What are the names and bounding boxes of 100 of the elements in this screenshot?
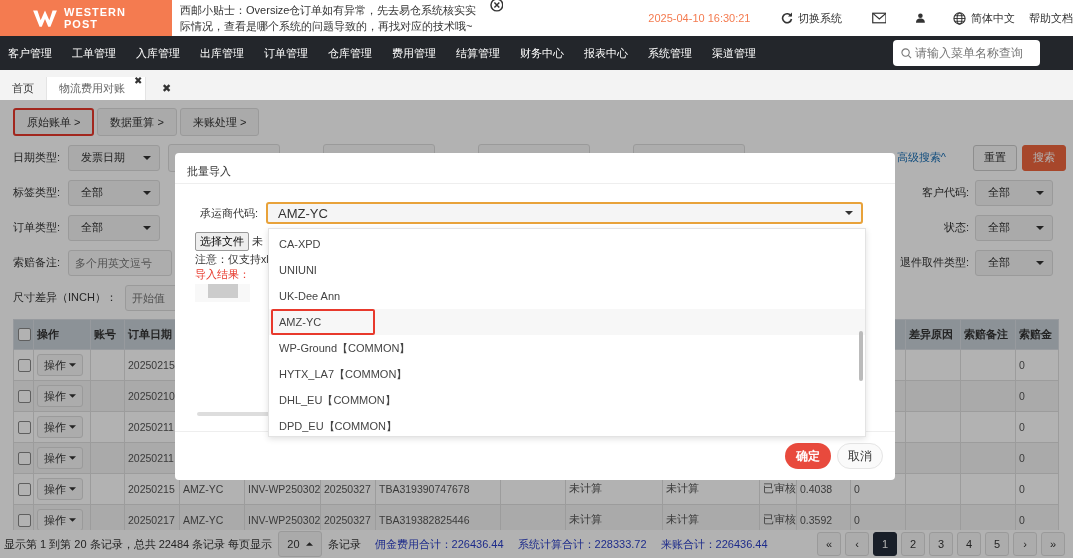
user-icon[interactable] <box>916 13 925 23</box>
page-button[interactable]: › <box>1013 532 1037 556</box>
table-cell: TBA319390747678 <box>379 483 470 495</box>
dropdown-option[interactable]: WP-Ground【COMMON】 <box>269 335 865 361</box>
table-cell: 0 <box>1019 390 1025 402</box>
page-size-select[interactable]: 20 <box>278 531 322 557</box>
mail-icon[interactable] <box>871 12 887 24</box>
scrollbar[interactable] <box>859 331 863 381</box>
caret-icon <box>69 487 76 491</box>
select-field[interactable]: 全部 <box>975 214 1053 241</box>
input-field[interactable]: 多个用英文逗号 <box>68 249 173 276</box>
column-header: 操作 <box>37 328 59 340</box>
dropdown-option[interactable]: HYTX_LA7【COMMON】 <box>269 361 865 387</box>
globe-icon <box>953 11 966 25</box>
checkbox[interactable] <box>18 513 31 527</box>
dropdown-option[interactable]: DPD_EU【COMMON】 <box>269 413 865 436</box>
nav-item[interactable]: 仓库管理 <box>328 45 372 61</box>
column-header: 索赔备注 <box>964 328 1008 340</box>
step-button[interactable]: 数据重算 > <box>97 108 177 136</box>
advanced-search-link[interactable]: 高级搜索^ <box>896 150 946 165</box>
action-dropdown-button[interactable]: 操作 <box>37 416 83 438</box>
page-button[interactable]: 3 <box>929 532 953 556</box>
page-button[interactable]: 2 <box>901 532 925 556</box>
filter-label: 客户代码: <box>921 185 969 200</box>
caret-icon <box>143 155 152 160</box>
select-field[interactable]: 全部 <box>68 214 161 241</box>
total-text: 佣金费用合计：226436.44 <box>374 536 504 552</box>
dropdown-option[interactable]: UNIUNI <box>269 257 865 283</box>
action-dropdown-button[interactable]: 操作 <box>37 354 83 376</box>
page-button[interactable]: « <box>817 532 841 556</box>
page-button[interactable]: 4 <box>957 532 981 556</box>
select-field[interactable]: 全部 <box>68 179 161 206</box>
caret-icon <box>143 190 152 195</box>
nav-item[interactable]: 渠道管理 <box>712 45 756 61</box>
dropdown-option[interactable]: DHL_EU【COMMON】 <box>269 387 865 413</box>
table-cell: 0.4038 <box>800 483 833 495</box>
checkbox[interactable] <box>18 358 31 372</box>
dropdown-option[interactable]: CA-XPD <box>269 231 865 257</box>
nav-item[interactable]: 结算管理 <box>456 45 500 61</box>
checkbox[interactable] <box>18 389 31 403</box>
caret-icon <box>305 542 313 546</box>
caret-icon <box>69 363 76 367</box>
nav-item[interactable]: 财务中心 <box>520 45 564 61</box>
cancel-button[interactable]: 取消 <box>837 443 883 469</box>
nav-item[interactable]: 报表中心 <box>584 45 628 61</box>
column-header: 索赔金 <box>1019 328 1052 340</box>
checkbox[interactable] <box>18 420 31 434</box>
reset-button[interactable]: 重置 <box>973 144 1017 171</box>
select-field[interactable]: 全部 <box>975 249 1053 276</box>
nav-item[interactable]: 客户管理 <box>8 45 52 61</box>
total-text: 系统计算合计：228333.72 <box>517 536 647 552</box>
filter-label: 退件取件类型: <box>899 255 969 270</box>
table-cell: 已审核 <box>763 482 796 494</box>
nav-item[interactable]: 工单管理 <box>72 45 116 61</box>
nav-item[interactable]: 出库管理 <box>200 45 244 61</box>
records-summary: 显示第 1 到第 20 条记录，总共 22484 条记录 每页显示 <box>4 536 273 552</box>
menu-search-field[interactable]: 请输入菜单名称查询 <box>893 40 1040 66</box>
carrier-select[interactable]: AMZ-YC <box>266 202 864 224</box>
help-link[interactable]: 帮助文档 <box>1029 10 1073 26</box>
page-button[interactable]: 5 <box>985 532 1009 556</box>
logo-icon <box>32 8 58 28</box>
table-cell: 20250327 <box>324 514 371 526</box>
nav-item[interactable]: 系统管理 <box>648 45 692 61</box>
switch-system-button[interactable]: 切换系统 <box>780 10 842 26</box>
table-cell: AMZ-YC <box>183 514 224 526</box>
dropdown-option[interactable]: UK-Dee Ann <box>269 283 865 309</box>
action-dropdown-button[interactable]: 操作 <box>37 385 83 407</box>
caret-icon <box>69 456 76 460</box>
action-dropdown-button[interactable]: 操作 <box>37 447 83 469</box>
choose-file-button[interactable]: 选择文件 <box>195 232 249 251</box>
table-cell: 20250215 <box>128 483 175 495</box>
table-cell: 0 <box>854 514 860 526</box>
filter-label: 标签类型: <box>13 185 61 200</box>
page-button[interactable]: » <box>1041 532 1065 556</box>
action-dropdown-button[interactable]: 操作 <box>37 509 83 530</box>
nav-item[interactable]: 费用管理 <box>392 45 436 61</box>
checkbox[interactable] <box>18 328 31 342</box>
language-button[interactable]: 简体中文 <box>953 10 1015 26</box>
table-cell: 20250327 <box>324 483 371 495</box>
step-button[interactable]: 来账处理 > <box>179 108 260 136</box>
checkbox[interactable] <box>18 451 31 465</box>
select-field[interactable]: 全部 <box>975 179 1053 206</box>
page-button[interactable]: 1 <box>873 532 897 556</box>
checkbox[interactable] <box>18 482 31 496</box>
step-button[interactable]: 原始账单 > <box>13 108 95 136</box>
confirm-button[interactable]: 确定 <box>785 443 831 469</box>
nav-item[interactable]: 入库管理 <box>136 45 180 61</box>
page-tab[interactable]: 物流费用对账 ✖ <box>47 77 146 100</box>
close-all-button[interactable]: ✖ <box>146 77 186 100</box>
table-cell: 0 <box>1019 483 1025 495</box>
nav-item[interactable]: 订单管理 <box>264 45 308 61</box>
page-button[interactable]: ‹ <box>845 532 869 556</box>
logo-text: WESTERN <box>64 6 126 18</box>
filter-label: 订单类型: <box>13 220 61 235</box>
dropdown-option[interactable]: AMZ-YC <box>269 309 865 335</box>
close-tab-button[interactable]: ✖ <box>134 75 142 86</box>
select-field[interactable]: 发票日期 <box>68 144 161 171</box>
action-dropdown-button[interactable]: 操作 <box>37 478 83 500</box>
close-icon[interactable] <box>489 0 504 12</box>
filter-label: 状态: <box>943 220 969 235</box>
